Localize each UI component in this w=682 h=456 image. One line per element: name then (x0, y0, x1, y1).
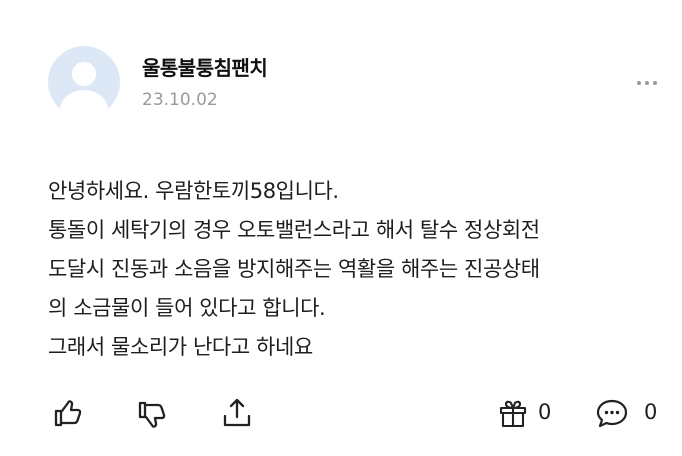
more-dot (637, 81, 641, 85)
more-icon[interactable] (632, 72, 662, 94)
comment-count: 0 (644, 400, 658, 424)
avatar-body (60, 90, 108, 118)
content-line: 의 소금물이 들어 있다고 합니다. (48, 296, 326, 320)
post-content: 안녕하세요. 우람한토끼58입니다. 통돌이 세탁기의 경우 오토밸런스라고 해… (48, 172, 663, 367)
more-dot (645, 81, 649, 85)
more-dot (653, 81, 657, 85)
content-line: 그래서 물소리가 난다고 하네요 (48, 335, 313, 359)
author-name[interactable]: 울통불퉁침팬치 (142, 52, 268, 81)
content-line: 안녕하세요. 우람한토끼58입니다. (48, 179, 339, 203)
gift-count: 0 (538, 400, 552, 424)
content-line: 도달시 진동과 소음을 방지해주는 역활을 해주는 진공상태 (48, 257, 540, 281)
avatar-head (72, 62, 96, 86)
comment-icon[interactable] (595, 397, 629, 429)
avatar[interactable] (48, 46, 120, 118)
post-date: 23.10.02 (142, 90, 218, 110)
content-line: 통돌이 세탁기의 경우 오토밸런스라고 해서 탈수 정상회전 (48, 218, 540, 242)
gift-icon[interactable] (497, 397, 529, 429)
thumbs-down-icon[interactable] (136, 399, 168, 431)
thumbs-up-icon[interactable] (52, 397, 84, 429)
share-icon[interactable] (220, 396, 254, 430)
